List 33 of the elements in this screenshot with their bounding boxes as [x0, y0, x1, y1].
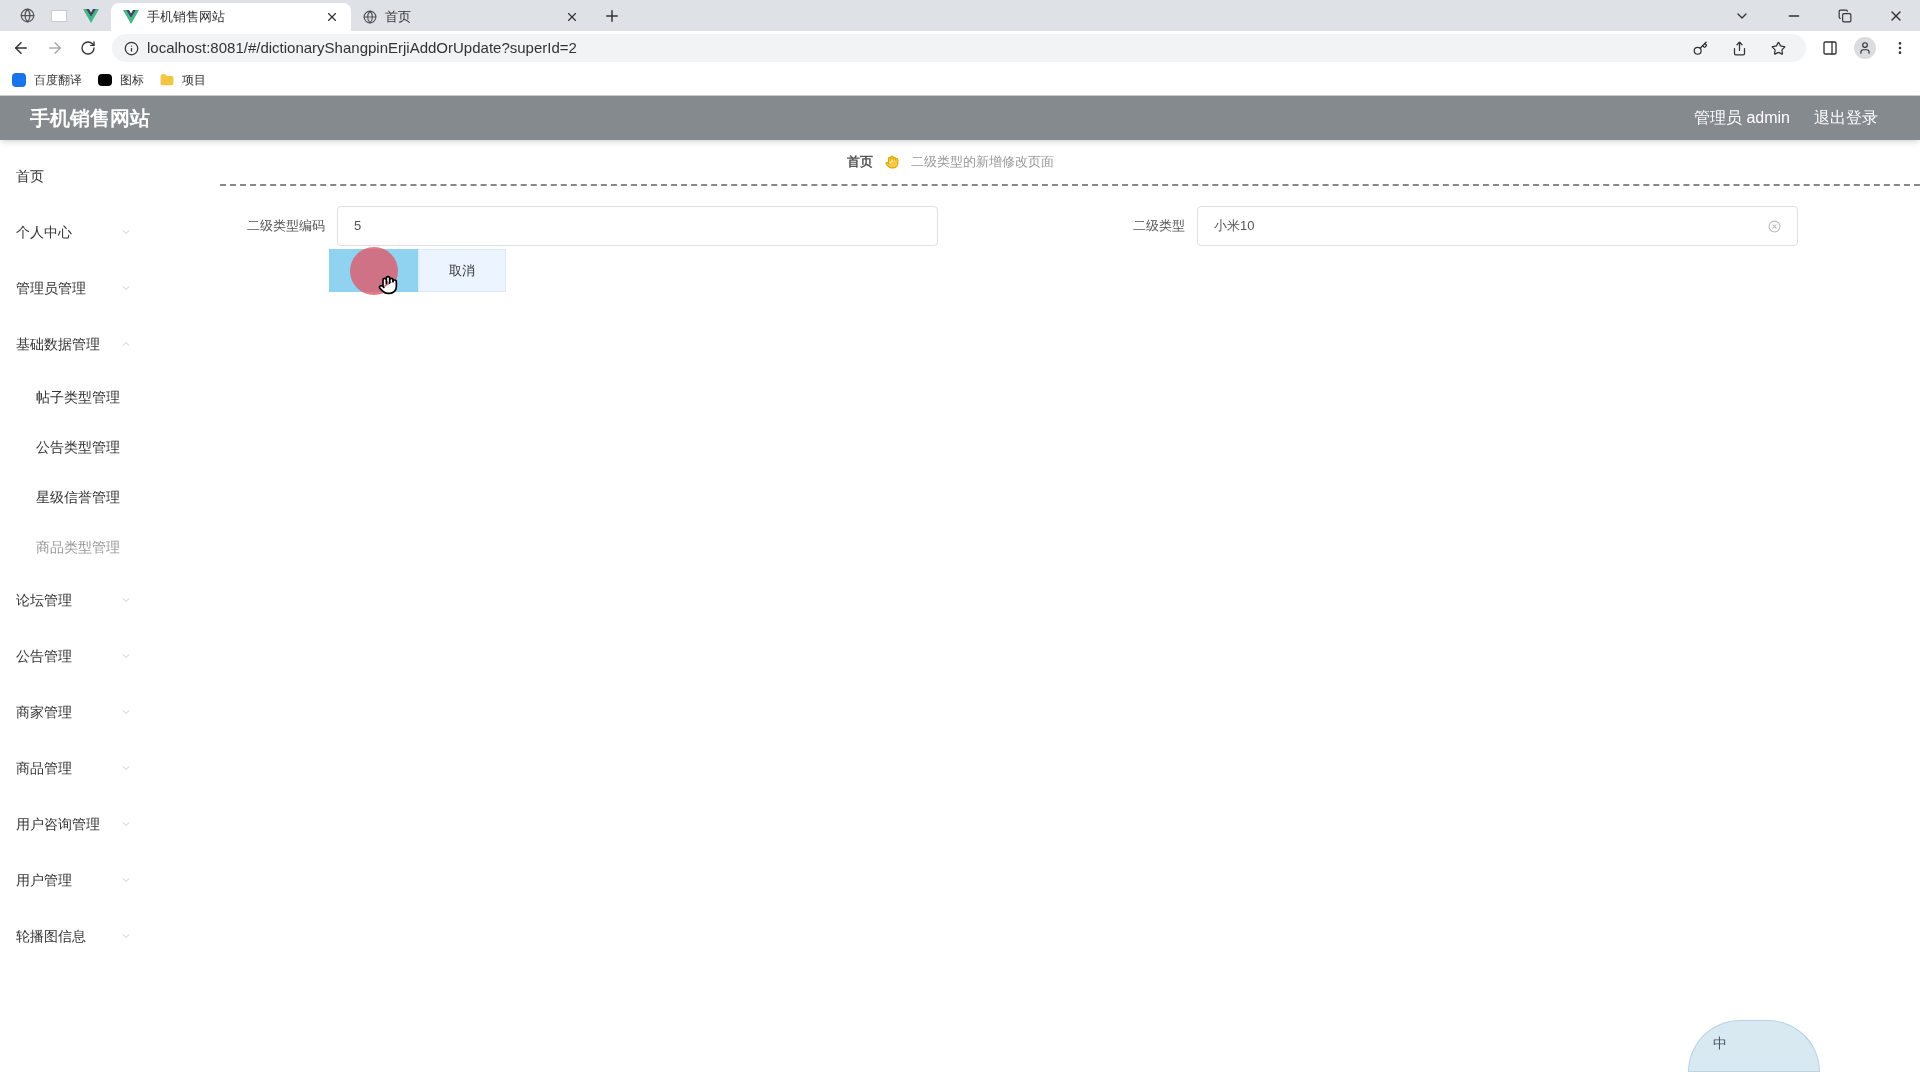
sidebar-item[interactable]: 商家管理: [0, 684, 200, 740]
address-bar[interactable]: localhost:8081/#/dictionaryShangpinErjiAddOrUpdate?superId=2: [112, 34, 1806, 62]
sidebar-item[interactable]: 个人中心: [0, 204, 200, 260]
text-field[interactable]: 小米10: [1197, 206, 1798, 246]
field-label: 二级类型: [1132, 217, 1186, 236]
user-label: 管理员 admin: [1693, 108, 1790, 128]
sidebar-item[interactable]: 首页: [0, 148, 200, 204]
submenu-item[interactable]: 公告类型管理: [0, 422, 200, 472]
field-label: 二级类型编码: [246, 217, 326, 236]
browser-tab[interactable]: 手机销售网站: [111, 3, 351, 31]
sidebar-item[interactable]: 轮播图信息: [0, 908, 200, 964]
ime-toolbar[interactable]: 中: [1688, 1020, 1820, 1072]
sidebar-item[interactable]: 用户管理: [0, 852, 200, 908]
text-field[interactable]: 5: [337, 206, 938, 246]
sidebar-item[interactable]: 管理员管理: [0, 260, 200, 316]
sidebar-item[interactable]: 用户咨询管理: [0, 796, 200, 852]
browser-tab[interactable]: 首页: [351, 3, 591, 31]
submenu-item[interactable]: 帖子类型管理: [0, 372, 200, 422]
sidebar-item[interactable]: 公告管理: [0, 628, 200, 684]
tab-title: 手机销售网站: [147, 8, 226, 27]
sidebar-item[interactable]: 商品管理: [0, 740, 200, 796]
submenu-item[interactable]: 星级信誉管理: [0, 472, 200, 522]
breadcrumb-current: 二级类型的新增修改页面: [910, 153, 1054, 172]
breadcrumb-home[interactable]: 首页: [846, 152, 873, 172]
sidebar-item[interactable]: 论坛管理: [0, 572, 200, 628]
bookmark[interactable]: 百度翻译: [12, 71, 82, 89]
site-title: 手机销售网站: [30, 106, 150, 131]
sidebar-item[interactable]: 基础数据管理: [0, 316, 200, 372]
tab-title: 首页: [385, 8, 412, 27]
bookmark[interactable]: 项目: [160, 71, 206, 89]
cancel-button[interactable]: 取消: [418, 249, 506, 292]
url-text: localhost:8081/#/dictionaryShangpinErjiAddOrUpdate?superId=2: [147, 37, 578, 58]
bookmark[interactable]: 图标: [98, 71, 144, 89]
